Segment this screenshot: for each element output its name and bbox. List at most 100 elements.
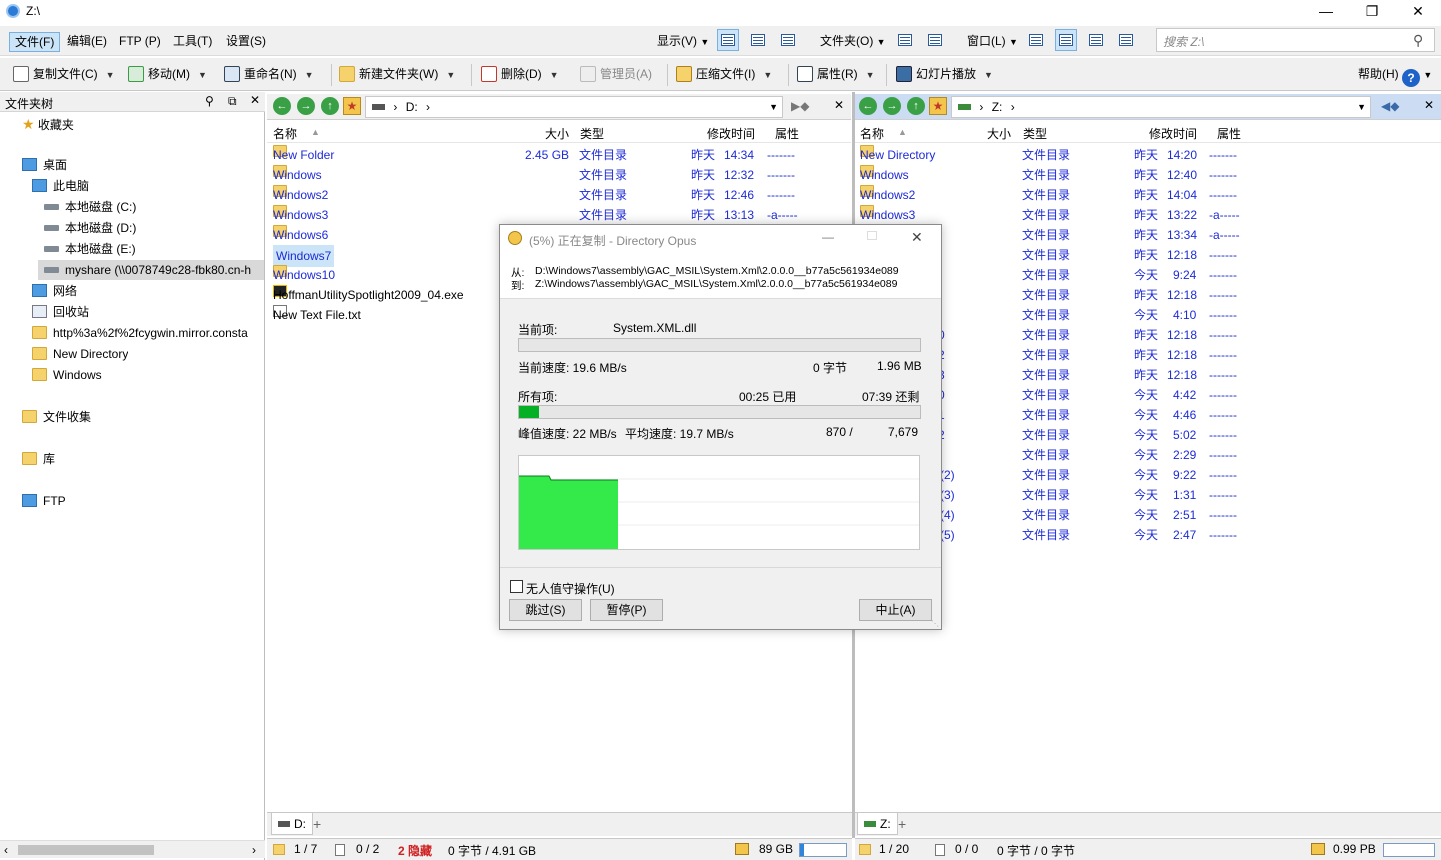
right-pane-close-icon[interactable]: ✕ bbox=[1424, 98, 1434, 112]
folder-row[interactable]: Windows 文件目录 昨天 12:40 ------- bbox=[860, 165, 1260, 185]
dual-pane-icon[interactable] bbox=[1055, 29, 1077, 51]
folder-row[interactable]: Windows2 文件目录 昨天 12:46 ------- bbox=[273, 185, 833, 205]
tree-pin-icon[interactable]: ⧉ bbox=[228, 94, 237, 109]
scroll-thumb[interactable] bbox=[18, 845, 154, 855]
folder-row[interactable]: Windows3 文件目录 昨天 13:13 -a----- bbox=[273, 205, 833, 225]
tree-item-ftp[interactable]: FTP bbox=[22, 491, 66, 511]
resize-grip-icon[interactable]: ⋱ bbox=[931, 619, 939, 628]
pane-options-icon[interactable]: ▶◆ bbox=[791, 99, 809, 113]
tree-item-drive-d[interactable]: 本地磁盘 (D:) bbox=[44, 218, 136, 238]
folder-row[interactable]: New Directory 文件目录 昨天 14:20 ------- bbox=[860, 145, 1260, 165]
dialog-close-button[interactable]: ✕ bbox=[911, 229, 923, 246]
forward-icon[interactable]: → bbox=[297, 97, 315, 115]
up-icon[interactable]: ↑ bbox=[907, 97, 925, 115]
left-path-bar[interactable]: › D: › ▼ bbox=[365, 96, 783, 118]
thumbnail-view-icon[interactable] bbox=[777, 29, 799, 51]
new-folder-button[interactable]: 新建文件夹(W) ▼ bbox=[339, 65, 455, 85]
col-name[interactable]: 名称 bbox=[273, 125, 297, 142]
tree-item-desktop[interactable]: 桌面 bbox=[22, 155, 67, 175]
tree-item-recycle[interactable]: 回收站 bbox=[32, 302, 89, 322]
unattended-checkbox[interactable] bbox=[510, 580, 523, 593]
col-size[interactable]: 大小 bbox=[987, 125, 1011, 142]
folder-row[interactable]: Windows3 文件目录 昨天 13:22 -a----- bbox=[860, 205, 1260, 225]
tree-item-myshare[interactable]: myshare (\\0078749c28-fbk80.cn-h bbox=[38, 260, 264, 280]
col-modified[interactable]: 修改时间 bbox=[707, 125, 755, 142]
details-view-icon[interactable] bbox=[717, 29, 739, 51]
col-type[interactable]: 类型 bbox=[1023, 125, 1047, 142]
menu-tools[interactable]: 工具(T) bbox=[168, 32, 217, 52]
tree-toggle-icon[interactable] bbox=[1085, 29, 1107, 51]
back-icon[interactable]: ← bbox=[859, 97, 877, 115]
col-attr[interactable]: 属性 bbox=[1217, 125, 1241, 142]
tree-item-windows[interactable]: Windows bbox=[32, 365, 102, 385]
minimize-button[interactable]: — bbox=[1303, 0, 1349, 24]
tree-item-cygwin-folder[interactable]: http%3a%2f%2fcygwin.mirror.consta bbox=[32, 323, 264, 343]
search-input[interactable]: 搜索 Z:\ bbox=[1156, 28, 1435, 52]
tree-item-new-directory[interactable]: New Directory bbox=[32, 344, 128, 364]
copy-button[interactable]: 复制文件(C) ▼ bbox=[13, 65, 115, 85]
right-path-bar[interactable]: › Z: › ▼ bbox=[951, 96, 1371, 118]
folder-row[interactable]: New Folder 2.45 GB 文件目录 昨天 14:34 ------- bbox=[273, 145, 833, 165]
col-attr[interactable]: 属性 bbox=[775, 125, 799, 142]
menu-settings[interactable]: 设置(S) bbox=[221, 32, 271, 52]
menu-folder[interactable]: 文件夹(O) ▼ bbox=[815, 32, 891, 52]
col-type[interactable]: 类型 bbox=[580, 125, 604, 142]
add-tab-icon[interactable]: + bbox=[898, 816, 906, 832]
folder-layout-icon[interactable] bbox=[894, 29, 916, 51]
scroll-right-icon[interactable]: › bbox=[252, 843, 256, 857]
path-dropdown-icon[interactable]: ▼ bbox=[1357, 102, 1366, 112]
preview-view-icon[interactable] bbox=[747, 29, 769, 51]
unattended-label[interactable]: 无人值守操作(U) bbox=[526, 580, 615, 597]
folder-favorites-icon[interactable] bbox=[924, 29, 946, 51]
scroll-left-icon[interactable]: ‹ bbox=[4, 843, 8, 857]
tree-item-collection[interactable]: 文件收集 bbox=[22, 407, 91, 427]
viewer-pane-icon[interactable] bbox=[1115, 29, 1137, 51]
pause-button[interactable]: 暂停(P) bbox=[590, 599, 663, 621]
col-size[interactable]: 大小 bbox=[545, 125, 569, 142]
menu-file[interactable]: 文件(F) bbox=[9, 32, 61, 52]
pane-options-icon[interactable]: ◀◆ bbox=[1381, 99, 1399, 113]
close-button[interactable]: ✕ bbox=[1395, 0, 1441, 24]
menu-window[interactable]: 窗口(L) ▼ bbox=[962, 32, 1023, 52]
delete-button[interactable]: 删除(D) ▼ bbox=[481, 65, 559, 85]
tab-d[interactable]: D: bbox=[271, 813, 313, 835]
folder-row[interactable]: Windows 文件目录 昨天 12:32 ------- bbox=[273, 165, 833, 185]
maximize-button[interactable]: ❐ bbox=[1349, 0, 1395, 24]
tree-item-this-pc[interactable]: 此电脑 bbox=[32, 176, 89, 196]
tree-item-drive-e[interactable]: 本地磁盘 (E:) bbox=[44, 239, 136, 259]
single-pane-icon[interactable] bbox=[1025, 29, 1047, 51]
admin-button[interactable]: 管理员(A) bbox=[580, 65, 652, 85]
slideshow-button[interactable]: 幻灯片播放 ▼ bbox=[896, 65, 993, 85]
up-icon[interactable]: ↑ bbox=[321, 97, 339, 115]
col-modified[interactable]: 修改时间 bbox=[1149, 125, 1197, 142]
menu-view[interactable]: 显示(V) ▼ bbox=[652, 32, 714, 52]
favorites-icon[interactable]: ★ bbox=[343, 97, 361, 115]
favorites-icon[interactable]: ★ bbox=[929, 97, 947, 115]
add-tab-icon[interactable]: + bbox=[313, 816, 321, 832]
left-pane-close-icon[interactable]: ✕ bbox=[834, 98, 844, 112]
properties-button[interactable]: 属性(R) ▼ bbox=[797, 65, 875, 85]
skip-button[interactable]: 跳过(S) bbox=[509, 599, 582, 621]
abort-button[interactable]: 中止(A) bbox=[859, 599, 932, 621]
menu-edit[interactable]: 编辑(E) bbox=[62, 32, 112, 52]
tree-item-drive-c[interactable]: 本地磁盘 (C:) bbox=[44, 197, 136, 217]
tree-item-network[interactable]: 网络 bbox=[32, 281, 77, 301]
dialog-minimize-button[interactable]: — bbox=[822, 230, 834, 244]
tree-close-icon[interactable]: ✕ bbox=[250, 93, 260, 107]
search-icon[interactable]: ⚲ bbox=[1413, 32, 1423, 49]
tree-search-icon[interactable]: ⚲ bbox=[205, 94, 214, 108]
tree-horizontal-scrollbar[interactable]: ‹ › bbox=[0, 840, 265, 858]
path-dropdown-icon[interactable]: ▼ bbox=[769, 102, 778, 112]
move-button[interactable]: 移动(M) ▼ bbox=[128, 65, 207, 85]
tree-item-library[interactable]: 库 bbox=[22, 449, 55, 469]
zip-button[interactable]: 压缩文件(I) ▼ bbox=[676, 65, 772, 85]
rename-button[interactable]: 重命名(N) ▼ bbox=[224, 65, 314, 85]
back-icon[interactable]: ← bbox=[273, 97, 291, 115]
col-name[interactable]: 名称 bbox=[860, 125, 884, 142]
forward-icon[interactable]: → bbox=[883, 97, 901, 115]
menu-ftp[interactable]: FTP (P) bbox=[114, 32, 166, 52]
help-button[interactable]: 帮助(H) ? ▼ bbox=[1358, 65, 1432, 87]
tree-item-favorites[interactable]: ★ 收藏夹 bbox=[22, 114, 74, 134]
tab-z[interactable]: Z: bbox=[857, 813, 898, 835]
folder-row[interactable]: Windows2 文件目录 昨天 14:04 ------- bbox=[860, 185, 1260, 205]
